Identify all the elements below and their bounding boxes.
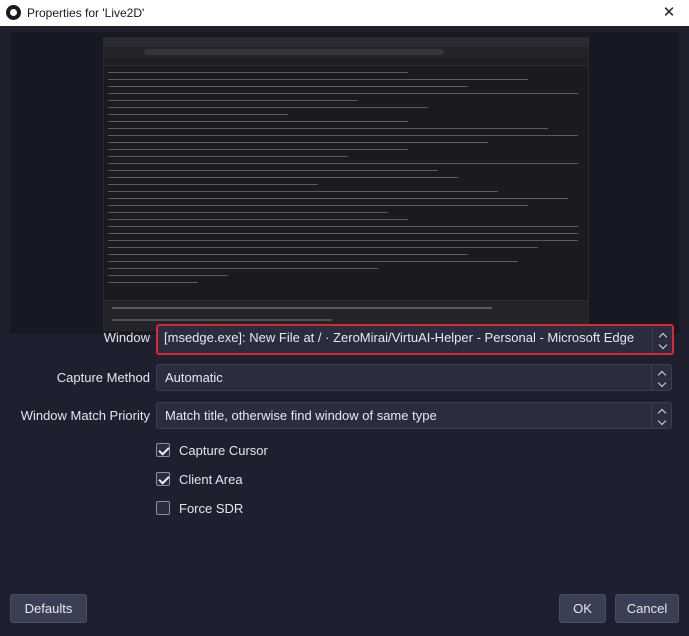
code-line	[108, 219, 408, 221]
match-priority-label: Window Match Priority	[20, 408, 150, 423]
code-line	[108, 156, 348, 158]
editor-tabs	[104, 57, 588, 66]
client-area-label: Client Area	[179, 472, 243, 487]
window-label: Window	[103, 330, 150, 345]
code-line	[108, 79, 528, 81]
chevron-updown-icon	[652, 326, 672, 353]
code-line	[108, 212, 388, 214]
checkbox-icon[interactable]	[156, 501, 170, 515]
browser-address-bar	[104, 47, 588, 57]
code-line	[108, 163, 578, 165]
code-line	[108, 121, 408, 123]
browser-titlebar	[104, 38, 588, 47]
capture-method-value: Automatic	[165, 370, 223, 385]
close-icon[interactable]: ✕	[649, 0, 689, 26]
code-line	[108, 107, 428, 109]
code-line	[108, 93, 578, 95]
checkbox-icon[interactable]	[156, 472, 170, 486]
editor-code-area	[104, 68, 588, 296]
code-line	[108, 268, 378, 270]
code-line	[108, 247, 538, 249]
code-line	[108, 177, 458, 179]
code-line	[108, 233, 578, 235]
code-line	[108, 128, 548, 130]
code-line	[108, 114, 288, 116]
match-priority-select[interactable]: Match title, otherwise find window of sa…	[156, 402, 672, 429]
code-line	[108, 254, 468, 256]
code-line	[108, 240, 578, 242]
chevron-updown-icon	[651, 365, 671, 390]
code-line	[108, 86, 468, 88]
code-line	[108, 205, 528, 207]
cancel-button[interactable]: Cancel	[615, 594, 679, 623]
checkbox-icon[interactable]	[156, 443, 170, 457]
code-line	[108, 170, 438, 172]
code-line	[108, 135, 578, 137]
code-line	[108, 275, 228, 277]
code-line	[108, 191, 498, 193]
code-line	[108, 226, 578, 228]
code-line	[108, 261, 518, 263]
window-title: Properties for 'Live2D'	[27, 6, 145, 20]
capture-method-label: Capture Method	[56, 370, 150, 385]
chevron-updown-icon	[651, 403, 671, 428]
code-line	[108, 142, 488, 144]
captured-window-preview	[103, 37, 589, 331]
code-line	[108, 282, 198, 284]
force-sdr-label: Force SDR	[179, 501, 244, 516]
obs-icon	[6, 5, 21, 20]
title-bar: Properties for 'Live2D' ✕	[0, 0, 689, 26]
code-line	[108, 149, 408, 151]
ok-button[interactable]: OK	[559, 594, 606, 623]
code-line	[108, 198, 568, 200]
source-preview	[10, 32, 679, 334]
capture-cursor-label: Capture Cursor	[179, 443, 268, 458]
properties-dialog: Window [msedge.exe]: New File at / · Zer…	[0, 26, 689, 636]
match-priority-value: Match title, otherwise find window of sa…	[165, 408, 437, 423]
code-line	[108, 72, 408, 74]
window-select[interactable]: [msedge.exe]: New File at / · ZeroMirai/…	[156, 324, 674, 355]
code-line	[108, 100, 358, 102]
code-line	[108, 184, 318, 186]
defaults-button[interactable]: Defaults	[10, 594, 87, 623]
capture-method-select[interactable]: Automatic	[156, 364, 672, 391]
window-select-value: [msedge.exe]: New File at / · ZeroMirai/…	[164, 330, 635, 345]
